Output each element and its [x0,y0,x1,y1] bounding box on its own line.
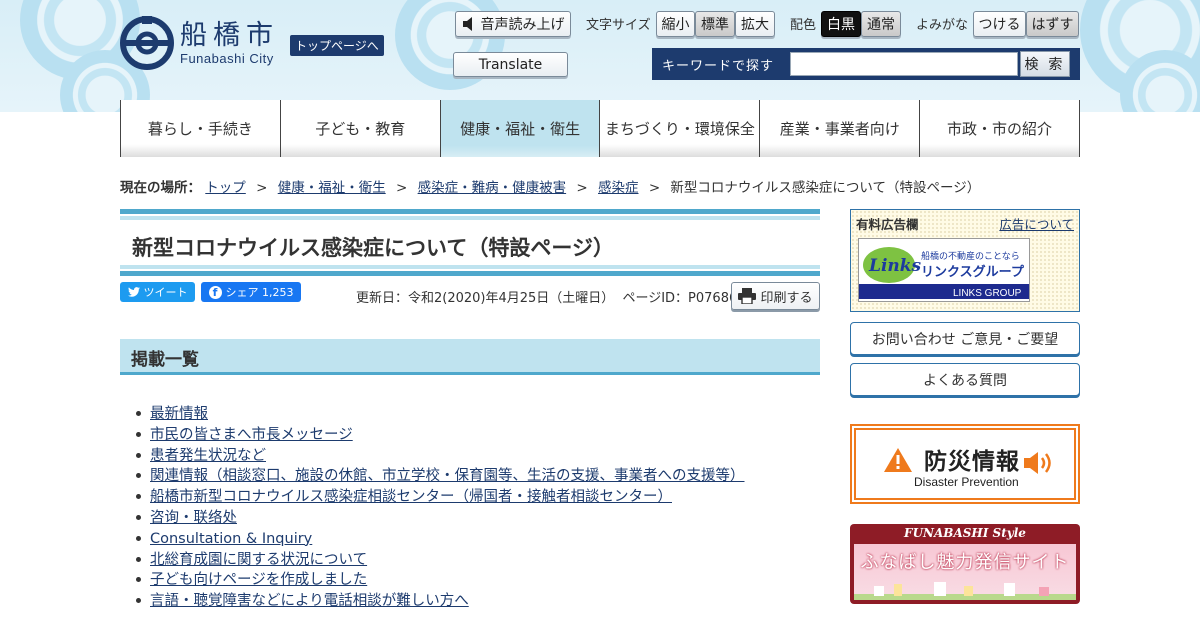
list-item: 咨询・联络处 [136,508,745,529]
page-title: 新型コロナウイルス感染症について（特設ページ） [132,236,614,260]
article-link[interactable]: 最新情報 [150,406,208,422]
speaker-icon [462,17,472,31]
links-logo-image: Links 船橋の不動産のことなら リンクスグループ LINKS GROUP [859,239,1029,301]
article-link[interactable]: 船橋市新型コロナウイルス感染症相談センター（帰国者・接触者相談センター） [150,489,672,505]
nav-item-health[interactable]: 健康・福祉・衛生 [439,100,600,157]
list-item: 市民の皆さまへ市長メッセージ [136,425,745,446]
ad-main-text: リンクスグループ [921,264,1025,280]
list-item: 言語・聴覚障害などにより電話相談が難しい方へ [136,591,745,612]
article-link-list: 最新情報 市民の皆さまへ市長メッセージ 患者発生状況など 関連情報（相談窓口、施… [136,404,745,612]
list-item: 船橋市新型コロナウイルス感染症相談センター（帰国者・接触者相談センター） [136,487,745,508]
ad-sub-text: 船橋の不動産のことなら [921,250,1020,262]
page-id: ページID：P076863 [622,291,746,306]
list-item: 最新情報 [136,404,745,425]
breadcrumb-label: 現在の場所： [120,180,201,196]
facebook-icon: f [208,285,222,299]
furigana-off-button[interactable]: はずす [1026,11,1079,37]
list-item: 北総育成園に関する状況について [136,550,745,571]
style-banner-title: FUNABASHI Style [904,526,1026,540]
breadcrumb-link[interactable]: 感染症 [598,180,639,196]
font-size-label: 文字サイズ [586,18,651,33]
logo-japanese: 船橋市 [180,19,279,51]
breadcrumb-current: 新型コロナウイルス感染症について（特設ページ） [670,180,981,196]
share-label: シェア 1,253 [225,286,294,299]
print-button[interactable]: 印刷する [731,282,820,310]
list-item: 関連情報（相談窓口、施設の休館、市立学校・保育園等、生活の支援、事業者への支援等… [136,466,745,487]
nav-item-town[interactable]: まちづくり・環境保全 [599,100,760,157]
voice-read-label: 音声読み上げ [480,17,565,33]
faq-button[interactable]: よくある質問 [850,363,1080,396]
nav-item-children[interactable]: 子ども・教育 [279,100,440,157]
city-logo[interactable]: 船橋市 Funabashi City [120,16,279,70]
furigana-on-button[interactable]: つける [973,11,1026,37]
article-link[interactable]: 子ども向けページを作成しました [150,572,367,588]
breadcrumb-separator: > [576,180,588,196]
breadcrumb-link[interactable]: トップ [205,180,246,196]
style-banner-body: ふなばし魅力発信サイト [854,544,1076,600]
font-standard-button[interactable]: 標準 [695,11,735,37]
search-input[interactable] [790,52,1018,76]
color-bw-button[interactable]: 白黒 [821,11,861,37]
article-link[interactable]: 言語・聴覚障害などにより電話相談が難しい方へ [150,593,469,609]
article-link[interactable]: 関連情報（相談窓口、施設の休館、市立学校・保育園等、生活の支援、事業者への支援等… [150,468,745,484]
disaster-subtitle: Disaster Prevention [914,475,1019,489]
list-item: Consultation & Inquiry [136,529,745,550]
article-link[interactable]: 咨询・联络处 [150,510,237,526]
breadcrumb-link[interactable]: 感染症・難病・健康被害 [418,180,567,196]
article-link[interactable]: 市民の皆さまへ市長メッセージ [150,427,353,443]
disaster-info-banner[interactable]: 防災情報 Disaster Prevention [850,424,1080,504]
contact-button[interactable]: お問い合わせ ご意見・ご要望 [850,322,1080,355]
breadcrumb: 現在の場所： トップ > 健康・福祉・衛生 > 感染症・難病・健康被害 > 感染… [120,176,980,196]
furigana-label: よみがな [916,18,969,33]
article-link[interactable]: 北総育成園に関する状況について [150,552,367,568]
breadcrumb-separator: > [648,180,661,196]
facebook-share-button[interactable]: f シェア 1,253 [201,282,301,302]
section-heading: 掲載一覧 [120,339,820,375]
list-item: 患者発生状況など [136,446,745,467]
print-label: 印刷する [760,290,813,306]
logo-english: Funabashi City [180,50,274,66]
ad-brand-text: Links [868,256,922,276]
font-small-button[interactable]: 縮小 [656,11,695,37]
city-emblem-icon [120,16,174,70]
breadcrumb-separator: > [256,180,268,196]
style-banner-text: ふなばし魅力発信サイト [860,552,1070,573]
voice-read-button[interactable]: 音声読み上げ [455,11,571,37]
top-page-link[interactable]: トップページへ [290,35,384,56]
search-bar: キーワードで探す 検 索 [652,48,1080,80]
nav-item-industry[interactable]: 産業・事業者向け [759,100,920,157]
ad-title: 有料広告欄 [856,217,919,232]
updated-date: 更新日：令和2(2020)年4月25日（土曜日） [356,291,615,306]
page-title-box: 新型コロナウイルス感染症について（特設ページ） [120,209,820,276]
ad-about-link[interactable]: 広告について [999,214,1074,233]
cityscape-illustration [854,582,1076,600]
ad-area: 有料広告欄 広告について Links 船橋の不動産のことなら リンクスグループ … [850,209,1080,312]
search-button[interactable]: 検 索 [1020,51,1070,77]
ad-footer-text: LINKS GROUP [953,288,1022,299]
printer-icon [738,288,757,304]
tweet-button[interactable]: ツイート [120,282,195,302]
tweet-label: ツイート [143,286,188,299]
color-scheme-label: 配色 [790,18,817,33]
color-normal-button[interactable]: 通常 [861,11,901,37]
list-item: 子ども向けページを作成しました [136,570,745,591]
ad-banner-links[interactable]: Links 船橋の不動産のことなら リンクスグループ LINKS GROUP [858,238,1030,302]
twitter-icon [127,287,140,297]
page-meta: 更新日：令和2(2020)年4月25日（土曜日） ページID：P076863 [356,287,746,306]
search-label: キーワードで探す [662,58,775,74]
warning-icon [884,448,912,472]
article-link[interactable]: 患者発生状況など [150,448,266,464]
translate-button[interactable]: Translate [453,52,568,77]
nav-item-city-govt[interactable]: 市政・市の紹介 [919,100,1080,157]
breadcrumb-link[interactable]: 健康・福祉・衛生 [278,180,386,196]
breadcrumb-separator: > [396,180,408,196]
loudspeaker-icon [1024,452,1051,474]
nav-item-living[interactable]: 暮らし・手続き [120,100,280,157]
funabashi-style-banner[interactable]: FUNABASHI Style ふなばし魅力発信サイト [850,524,1080,604]
article-link[interactable]: Consultation & Inquiry [150,531,312,547]
font-large-button[interactable]: 拡大 [735,11,775,37]
global-nav: 暮らし・手続き 子ども・教育 健康・福祉・衛生 まちづくり・環境保全 産業・事業… [120,100,1080,157]
disaster-title: 防災情報 [924,449,1020,475]
